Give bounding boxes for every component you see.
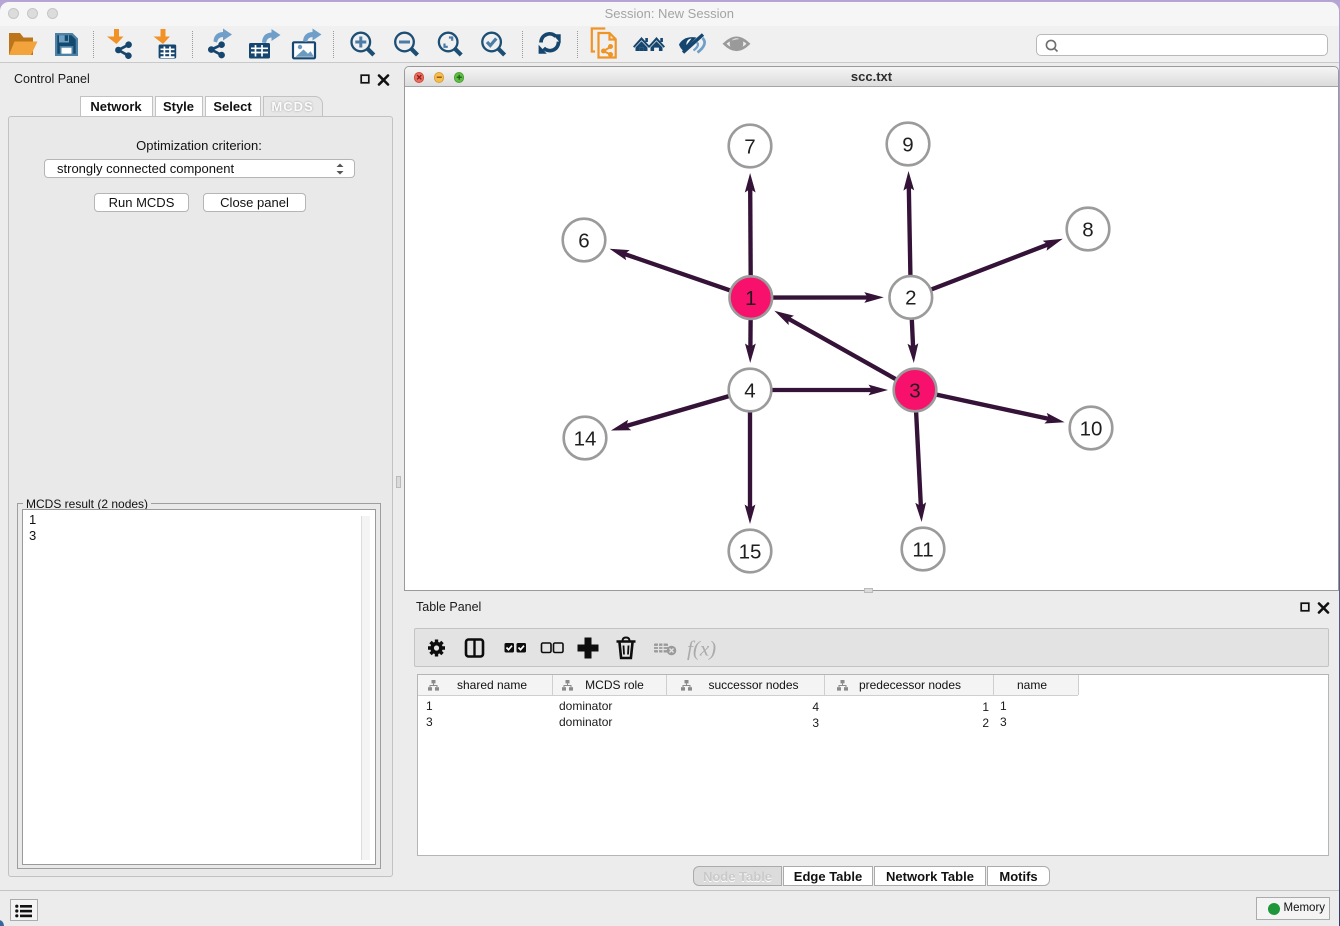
svg-text:10: 10 — [1080, 417, 1103, 440]
svg-text:15: 15 — [739, 540, 762, 563]
svg-text:f(x): f(x) — [687, 637, 716, 661]
svg-text:14: 14 — [574, 427, 597, 450]
svg-text:2: 2 — [905, 287, 916, 310]
svg-text:6: 6 — [578, 229, 589, 252]
svg-text:9: 9 — [902, 133, 913, 156]
svg-text:4: 4 — [744, 379, 755, 402]
svg-text:7: 7 — [744, 135, 755, 158]
svg-text:1: 1 — [745, 287, 756, 310]
svg-text:3: 3 — [909, 379, 920, 402]
svg-text:11: 11 — [912, 538, 933, 561]
svg-text:8: 8 — [1082, 218, 1093, 241]
